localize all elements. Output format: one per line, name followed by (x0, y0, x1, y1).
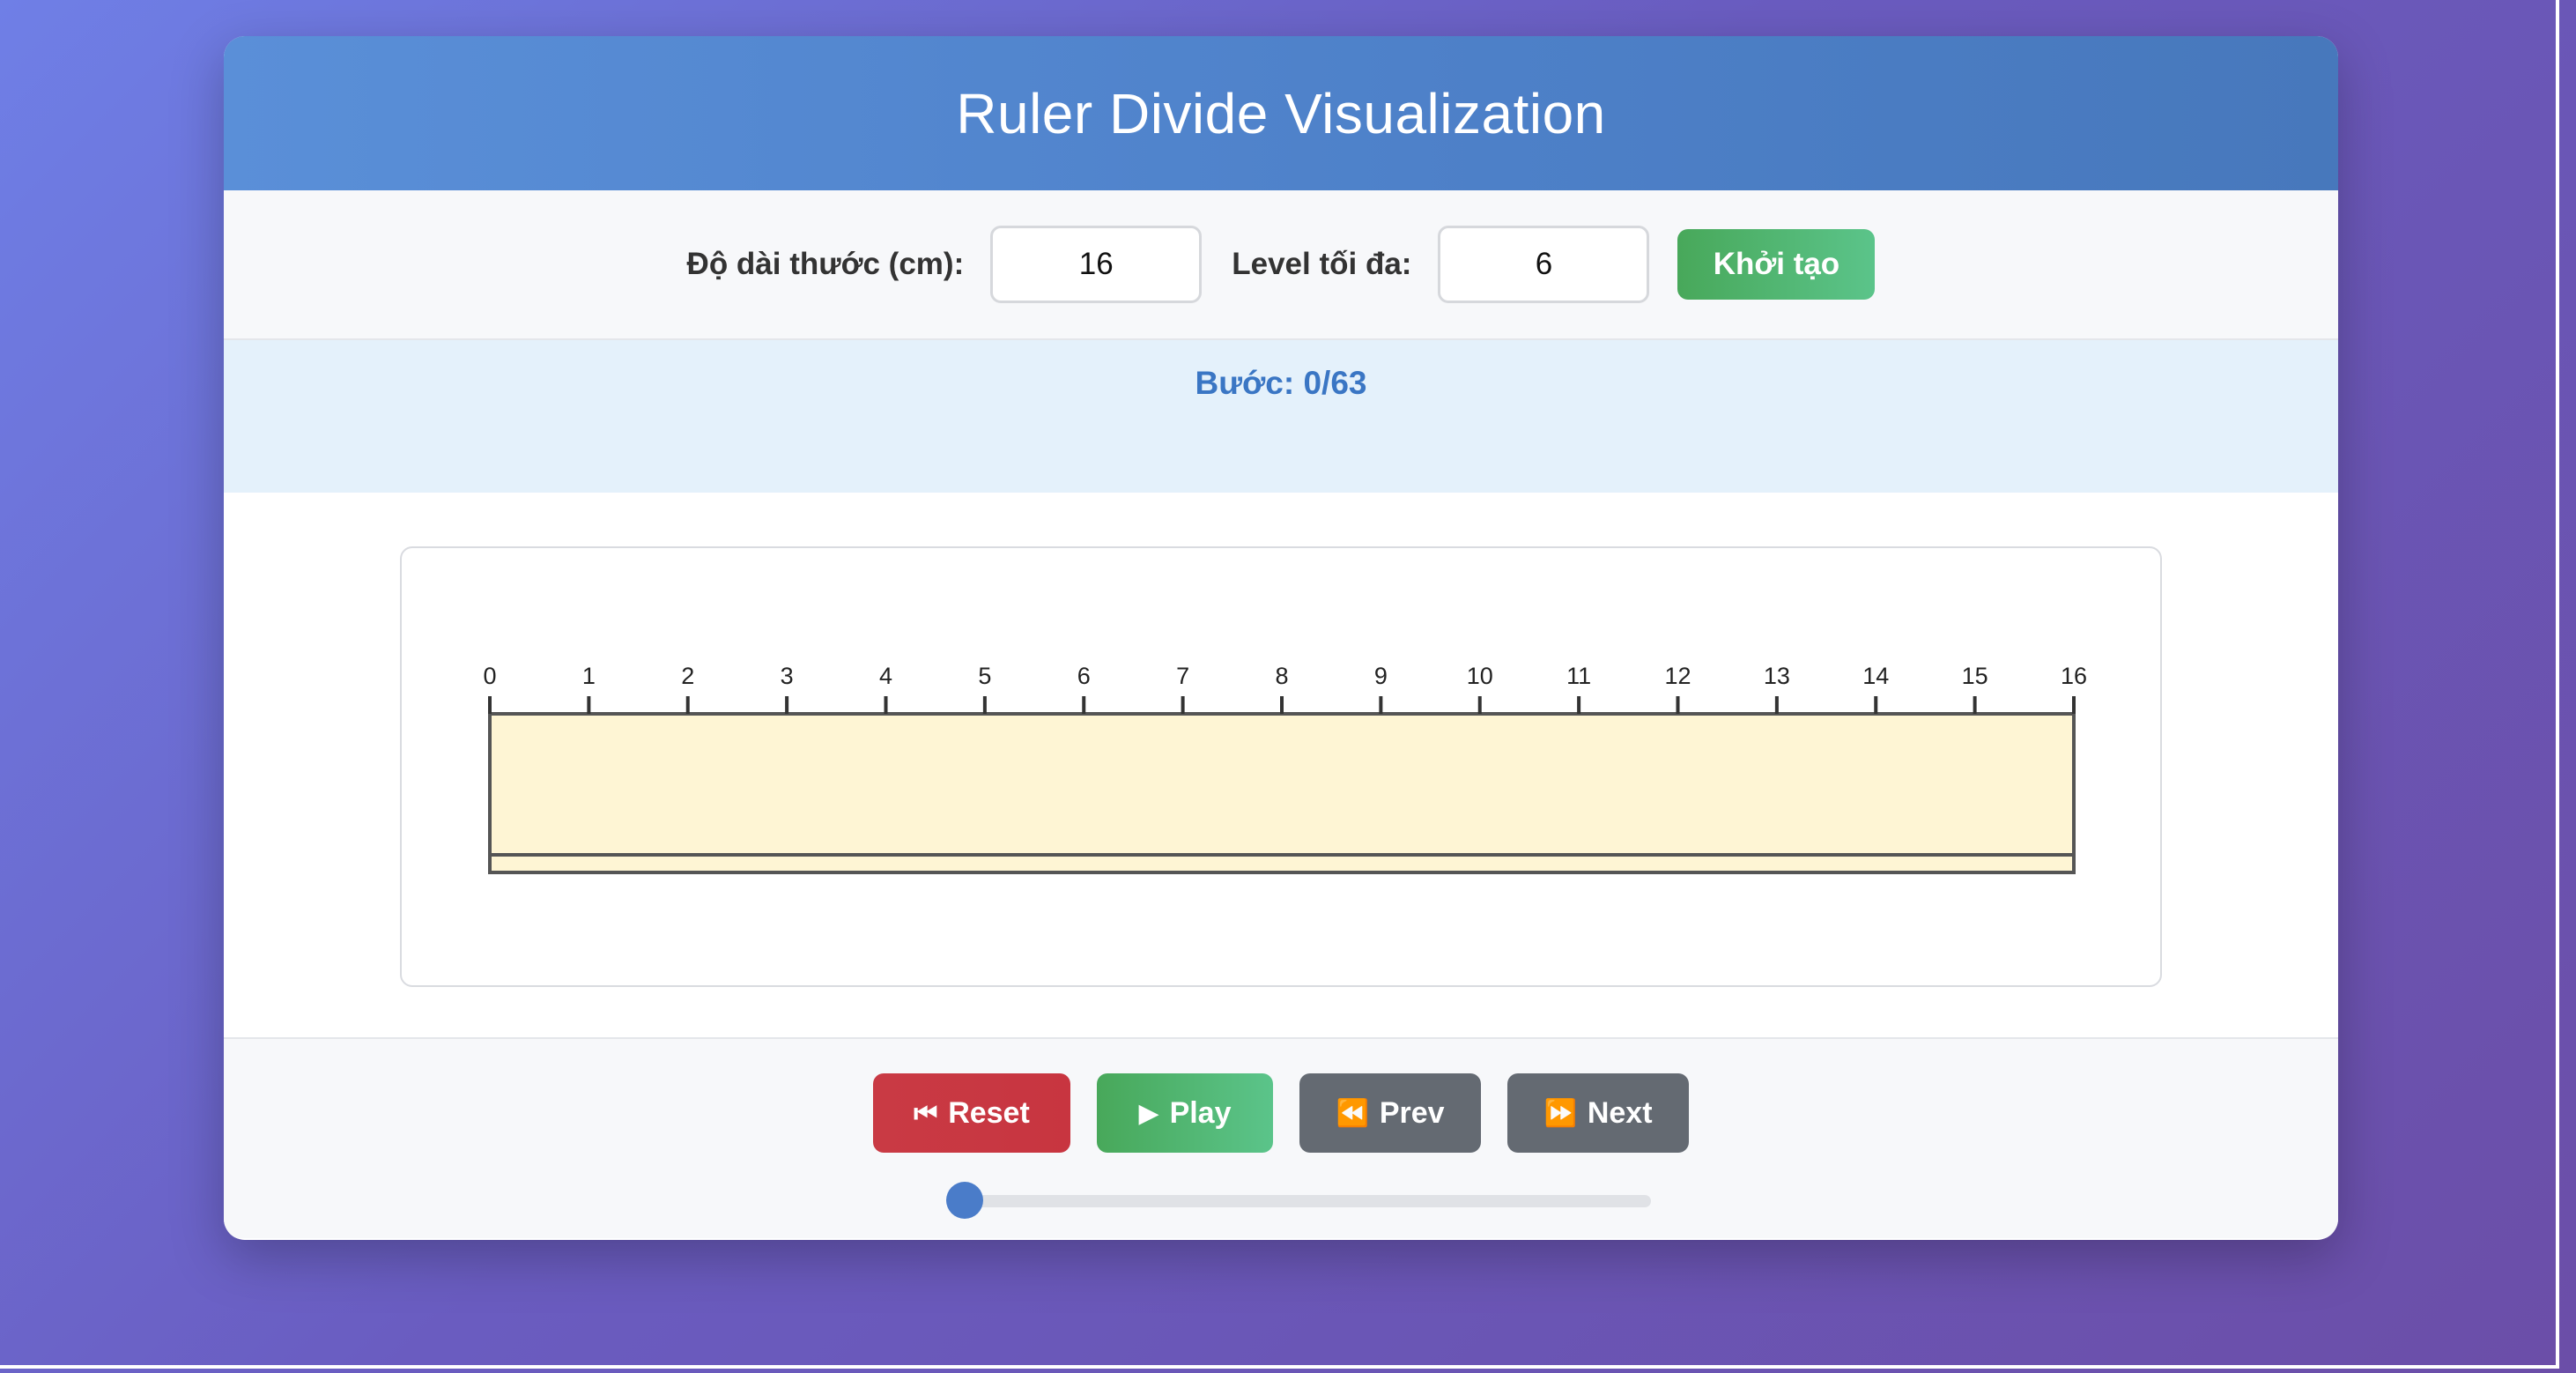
prev-label: Prev (1379, 1095, 1445, 1130)
ruler-canvas: 0 1 2 3 4 5 6 7 8 9 10 11 12 13 14 15 16 (400, 546, 2162, 987)
level-label: Level tối đa: (1232, 247, 1412, 281)
ruler-svg: 0 1 2 3 4 5 6 7 8 9 10 11 12 13 14 15 16 (483, 663, 2087, 874)
play-icon: ▶ (1138, 1097, 1159, 1129)
slider-thumb[interactable] (946, 1182, 983, 1219)
ruler-tick-label: 11 (1566, 663, 1591, 689)
ruler-body (488, 712, 2076, 857)
visualization-area: 0 1 2 3 4 5 6 7 8 9 10 11 12 13 14 15 16 (224, 493, 2338, 1039)
step-slider[interactable] (946, 1182, 1651, 1219)
ruler-tick-label: 10 (1467, 663, 1493, 689)
length-input[interactable] (990, 226, 1203, 303)
prev-button[interactable]: ⏪ Prev (1299, 1073, 1481, 1153)
step-panel: Bước: 0/63 (224, 340, 2338, 493)
ruler-tick-label: 5 (978, 663, 991, 689)
level-input[interactable] (1438, 226, 1650, 303)
skip-back-icon: ⏮ (914, 1097, 938, 1129)
next-label: Next (1587, 1095, 1653, 1130)
length-label: Độ dài thước (cm): (686, 247, 965, 281)
reset-button[interactable]: ⏮ Reset (873, 1073, 1070, 1153)
step-counter: Bước: 0/63 (1195, 365, 1367, 401)
reset-label: Reset (948, 1095, 1030, 1130)
page-title: Ruler Divide Visualization (956, 81, 1606, 145)
ruler-tick-label: 7 (1176, 663, 1189, 689)
ruler-tick-label: 4 (879, 663, 892, 689)
ruler-tick-label: 3 (781, 663, 794, 689)
ruler-base (488, 853, 2076, 874)
ruler-tick-label: 12 (1664, 663, 1691, 689)
ruler-tick-label: 8 (1275, 663, 1288, 689)
playback-buttons: ⏮ Reset ▶ Play ⏪ Prev ⏩ Next (224, 1073, 2338, 1153)
next-button[interactable]: ⏩ Next (1507, 1073, 1689, 1153)
ruler-tick-label: 6 (1077, 663, 1091, 689)
slider-track (946, 1195, 1651, 1207)
ruler-tick-label: 1 (582, 663, 596, 689)
app-card: Ruler Divide Visualization Độ dài thước … (224, 36, 2338, 1240)
ruler-tick-label: 15 (1962, 663, 1988, 689)
app-header: Ruler Divide Visualization (224, 36, 2338, 190)
ruler-tick-label: 14 (1862, 663, 1889, 689)
ruler-tick-label: 0 (483, 663, 496, 689)
ruler-tick-label: 13 (1764, 663, 1790, 689)
settings-bar: Độ dài thước (cm): Level tối đa: Khởi tạ… (224, 190, 2338, 340)
rewind-icon: ⏪ (1336, 1097, 1369, 1129)
ruler-tick-label: 9 (1374, 663, 1388, 689)
playback-panel: ⏮ Reset ▶ Play ⏪ Prev ⏩ Next (224, 1039, 2338, 1238)
ruler-tick-label: 16 (2061, 663, 2087, 689)
ruler-tick-label: 2 (681, 663, 694, 689)
init-button[interactable]: Khởi tạo (1677, 229, 1876, 300)
play-button[interactable]: ▶ Play (1097, 1073, 1273, 1153)
fast-forward-icon: ⏩ (1543, 1097, 1577, 1129)
play-label: Play (1169, 1095, 1232, 1130)
